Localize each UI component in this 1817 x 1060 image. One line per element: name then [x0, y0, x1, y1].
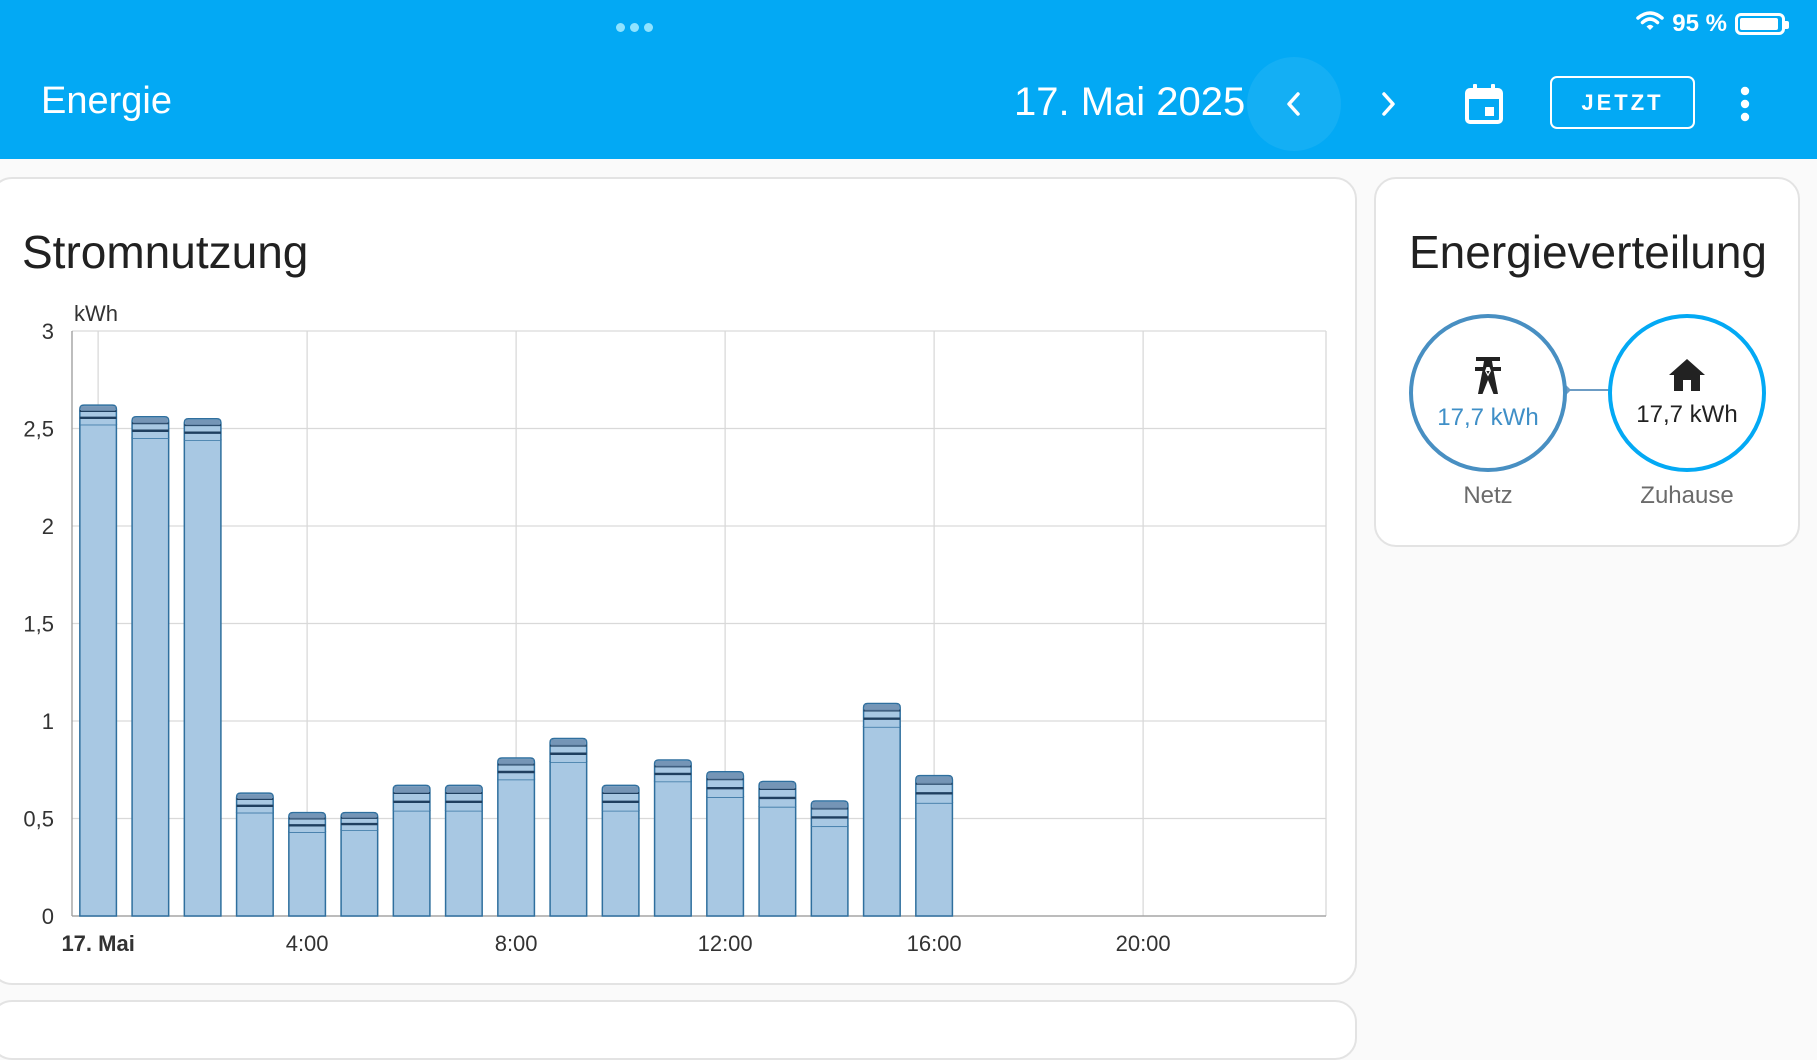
bar-main-segment — [392, 809, 431, 917]
chevron-right-icon — [1382, 92, 1395, 116]
y-tick-label: 1 — [42, 709, 54, 734]
bar-cap — [812, 801, 847, 809]
wifi-icon — [1636, 10, 1665, 39]
bar-cap — [237, 794, 273, 799]
energy-usage-chart[interactable]: 0 0,5 1 1,5 2 2,5 3 17. Mai 4:00 8:00 12:00 16:00 20… — [0, 179, 1359, 987]
bar-cap — [80, 406, 116, 411]
more-vert-icon — [1740, 86, 1750, 122]
bar-cap — [551, 739, 586, 746]
bar-cap — [289, 813, 325, 819]
battery-icon — [1735, 13, 1789, 35]
bar-cap — [864, 704, 900, 711]
multitask-dots-icon[interactable] — [616, 19, 658, 32]
calendar-icon — [1465, 84, 1503, 124]
bar-cap — [446, 786, 482, 793]
bar-cap — [603, 786, 638, 793]
bar-main-segment — [183, 439, 222, 917]
bar-cap — [916, 776, 952, 784]
bar-cap — [655, 761, 691, 767]
y-tick-label: 2 — [42, 514, 54, 539]
bar-main-segment — [340, 829, 379, 917]
bar-main-segment — [288, 831, 327, 917]
grid-value: 17,7 kWh — [1437, 404, 1539, 431]
transmission-tower-icon — [1475, 357, 1501, 394]
x-tick-label: 4:00 — [286, 931, 329, 956]
page-title: Energie — [41, 80, 172, 122]
bar-main-segment — [497, 778, 536, 917]
home-icon — [1669, 359, 1705, 391]
card-title: Energieverteilung — [1409, 226, 1768, 278]
bar-main-segment — [601, 809, 640, 917]
bar-main-segment — [706, 796, 745, 917]
x-tick-label: 12:00 — [698, 931, 753, 956]
bar-main-segment — [758, 806, 797, 917]
x-tick-label: 20:00 — [1116, 931, 1171, 956]
next-day-button[interactable] — [1341, 57, 1435, 151]
grid-circle[interactable]: 17,7 kWh — [1409, 314, 1567, 472]
y-tick-label: 1,5 — [23, 612, 54, 637]
next-card — [0, 1000, 1357, 1060]
y-tick-label: 2,5 — [23, 417, 54, 442]
more-menu-button[interactable] — [1725, 78, 1765, 130]
grid-label: Netz — [1463, 482, 1513, 509]
energy-usage-card: Stromnutzung 0 0,5 1 1,5 2 2,5 3 17. Mai 4:00 8:0… — [0, 177, 1357, 985]
bar-main-segment — [915, 802, 954, 917]
battery-percent: 95 % — [1672, 10, 1727, 37]
battery-level — [1740, 18, 1778, 30]
bar-main-segment — [444, 809, 483, 917]
bar-main-segment — [79, 423, 118, 917]
bar-cap — [760, 782, 795, 790]
previous-day-button[interactable] — [1247, 57, 1341, 151]
bar-main-segment — [235, 811, 274, 917]
y-unit-label: kWh — [74, 301, 118, 326]
home-label: Zuhause — [1640, 482, 1734, 509]
status-bar: 95 % — [1636, 8, 1789, 40]
home-circle[interactable]: 17,7 kWh — [1608, 314, 1766, 472]
x-tick-label: 16:00 — [907, 931, 962, 956]
date-label[interactable]: 17. Mai 2025 — [1014, 80, 1245, 125]
bar-cap — [342, 813, 377, 818]
bar-main-segment — [862, 726, 901, 917]
chevron-left-icon — [1287, 92, 1300, 116]
x-tick-label: 17. Mai — [61, 931, 134, 956]
bar-cap — [185, 419, 220, 426]
bar-main-segment — [810, 825, 849, 917]
bar-cap — [498, 759, 534, 765]
bar-cap — [133, 417, 168, 424]
y-tick-label: 3 — [42, 319, 54, 344]
y-tick-label: 0 — [42, 904, 54, 929]
flow-line — [1566, 385, 1614, 395]
now-button[interactable]: JETZT — [1550, 76, 1695, 129]
bar-cap — [394, 786, 429, 793]
app-bar: 95 % Energie 17. Mai 2025 JETZT — [0, 0, 1817, 159]
y-tick-label: 0,5 — [23, 807, 54, 832]
calendar-button[interactable] — [1460, 80, 1508, 128]
home-value: 17,7 kWh — [1636, 401, 1738, 428]
bar-cap — [707, 772, 743, 780]
energy-distribution-card: Energieverteilung 17,7 kWh Netz 17,7 kWh… — [1374, 177, 1800, 547]
bar-main-segment — [653, 780, 692, 917]
bar-main-segment — [549, 761, 588, 917]
bar-main-segment — [131, 437, 170, 917]
x-tick-label: 8:00 — [495, 931, 538, 956]
